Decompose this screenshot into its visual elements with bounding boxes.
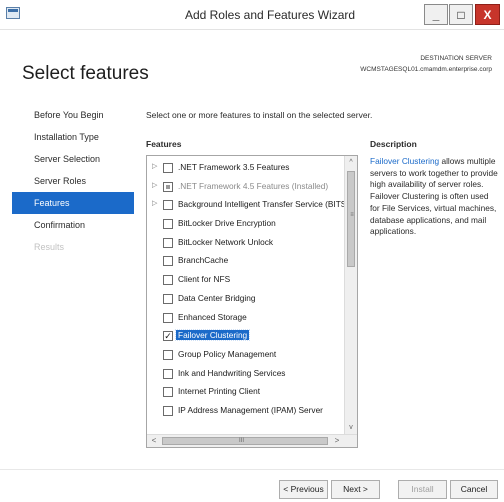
expand-arrow-icon[interactable]: ▷ (152, 199, 157, 207)
feature-label[interactable]: BitLocker Network Unlock (176, 237, 275, 247)
nav-item-server-roles[interactable]: Server Roles (12, 170, 134, 192)
feature-label[interactable]: BitLocker Drive Encryption (176, 218, 278, 228)
feature-checkbox[interactable] (163, 237, 173, 248)
scroll-right-arrow-icon[interactable]: > (331, 435, 343, 447)
server-manager-icon (6, 7, 20, 19)
vertical-grip-icon: ≡ (350, 212, 354, 218)
cancel-button[interactable]: Cancel (450, 480, 498, 499)
scroll-down-arrow-icon[interactable]: v (345, 422, 357, 434)
horizontal-scrollbar[interactable]: < III > (147, 434, 357, 447)
previous-button[interactable]: < Previous (279, 480, 328, 499)
nav-item-results: Results (34, 242, 65, 252)
feature-row[interactable]: IP Address Management (IPAM) Server (147, 402, 343, 421)
next-button[interactable]: Next > (331, 480, 380, 499)
description-heading: Description (370, 139, 417, 149)
feature-row[interactable]: Client for NFS (147, 271, 343, 290)
nav-item-features[interactable]: Features (12, 192, 134, 214)
scroll-left-arrow-icon[interactable]: < (148, 435, 160, 447)
feature-checkbox[interactable] (163, 368, 173, 379)
feature-row[interactable]: Internet Printing Client (147, 383, 343, 402)
features-list: ▷ .NET Framework 3.5 Features ▷ .NET Framew… (147, 159, 349, 421)
expand-arrow-icon[interactable]: ▷ (152, 162, 157, 170)
install-button[interactable]: Install (398, 480, 447, 499)
feature-checkbox[interactable] (163, 349, 173, 360)
description-text: allows multiple servers to work together… (370, 156, 498, 237)
nav-item-confirmation[interactable]: Confirmation (12, 214, 134, 236)
vertical-scrollbar[interactable]: ^ ≡ v (344, 156, 357, 435)
feature-row[interactable]: Data Center Bridging (147, 290, 343, 309)
close-button[interactable]: X (475, 4, 500, 25)
feature-row[interactable]: ✓ Failover Clustering (147, 327, 343, 346)
features-heading: Features (146, 139, 182, 149)
feature-label[interactable]: Failover Clustering (174, 329, 251, 342)
feature-checkbox[interactable]: ✓ (163, 331, 173, 342)
feature-row[interactable]: BitLocker Drive Encryption (147, 215, 343, 234)
feature-checkbox[interactable] (163, 387, 173, 398)
feature-row[interactable]: Enhanced Storage (147, 309, 343, 328)
feature-row[interactable]: Group Policy Management (147, 346, 343, 365)
feature-checkbox[interactable] (163, 163, 173, 173)
description-link[interactable]: Failover Clustering (370, 156, 439, 166)
feature-label[interactable]: Group Policy Management (176, 349, 278, 359)
instruction-text: Select one or more features to install o… (146, 110, 373, 120)
maximize-button[interactable]: □ (449, 4, 473, 25)
wizard-header: Select features DESTINATION SERVER WCMST… (0, 31, 504, 96)
feature-label[interactable]: Ink and Handwriting Services (176, 368, 287, 378)
feature-label[interactable]: .NET Framework 4.5 Features (Installed) (176, 181, 330, 191)
feature-checkbox[interactable] (163, 405, 173, 416)
nav-item-before-you-begin[interactable]: Before You Begin (12, 104, 134, 126)
minimize-button[interactable]: _ (424, 4, 448, 25)
nav-item-server-selection[interactable]: Server Selection (12, 148, 134, 170)
feature-row[interactable]: BitLocker Network Unlock (147, 234, 343, 253)
horizontal-grip-icon: III (239, 438, 245, 444)
feature-label[interactable]: BranchCache (176, 255, 230, 265)
feature-row[interactable]: ▷ .NET Framework 4.5 Features (Installed) (147, 178, 343, 197)
destination-server-value: WCMSTAGESQL01.cmamdm.enterprise.corp (360, 66, 492, 73)
feature-label[interactable]: Data Center Bridging (176, 293, 257, 303)
window-title: Add Roles and Features Wizard (184, 8, 356, 22)
vertical-scroll-thumb[interactable]: ≡ (347, 171, 355, 267)
page-title: Select features (22, 63, 149, 84)
feature-checkbox[interactable] (163, 200, 173, 211)
feature-checkbox[interactable] (163, 219, 173, 230)
destination-server-label: DESTINATION SERVER (420, 55, 492, 62)
feature-checkbox[interactable] (163, 293, 173, 304)
feature-label[interactable]: Enhanced Storage (176, 312, 249, 322)
feature-label[interactable]: Background Intelligent Transfer Service … (176, 199, 351, 209)
feature-row[interactable]: Ink and Handwriting Services (147, 365, 343, 384)
horizontal-scroll-thumb[interactable]: III (162, 437, 328, 445)
feature-checkbox[interactable] (163, 312, 173, 323)
scroll-up-arrow-icon[interactable]: ^ (345, 157, 357, 169)
feature-row[interactable]: ▷ Background Intelligent Transfer Service… (147, 196, 349, 215)
description-body: Failover Clustering allows multiple serv… (370, 156, 500, 238)
feature-checkbox[interactable] (163, 256, 173, 267)
wizard-nav: Before You Begin Installation Type Server … (12, 104, 134, 258)
feature-label[interactable]: IP Address Management (IPAM) Server (176, 405, 325, 415)
feature-checkbox[interactable] (163, 275, 173, 286)
feature-label[interactable]: Internet Printing Client (176, 386, 262, 396)
feature-row[interactable]: BranchCache (147, 252, 343, 271)
feature-label[interactable]: .NET Framework 3.5 Features (176, 162, 291, 172)
feature-checkbox[interactable] (163, 181, 173, 192)
feature-label[interactable]: Client for NFS (176, 274, 232, 284)
feature-row[interactable]: ▷ .NET Framework 3.5 Features (147, 159, 343, 178)
expand-arrow-icon[interactable]: ▷ (152, 181, 157, 189)
title-bar: Add Roles and Features Wizard _ □ X (0, 0, 504, 30)
wizard-footer: < Previous Next > Install Cancel (0, 469, 504, 502)
nav-item-installation-type[interactable]: Installation Type (12, 126, 134, 148)
features-tree[interactable]: ▷ .NET Framework 3.5 Features ▷ .NET Framew… (146, 155, 358, 448)
